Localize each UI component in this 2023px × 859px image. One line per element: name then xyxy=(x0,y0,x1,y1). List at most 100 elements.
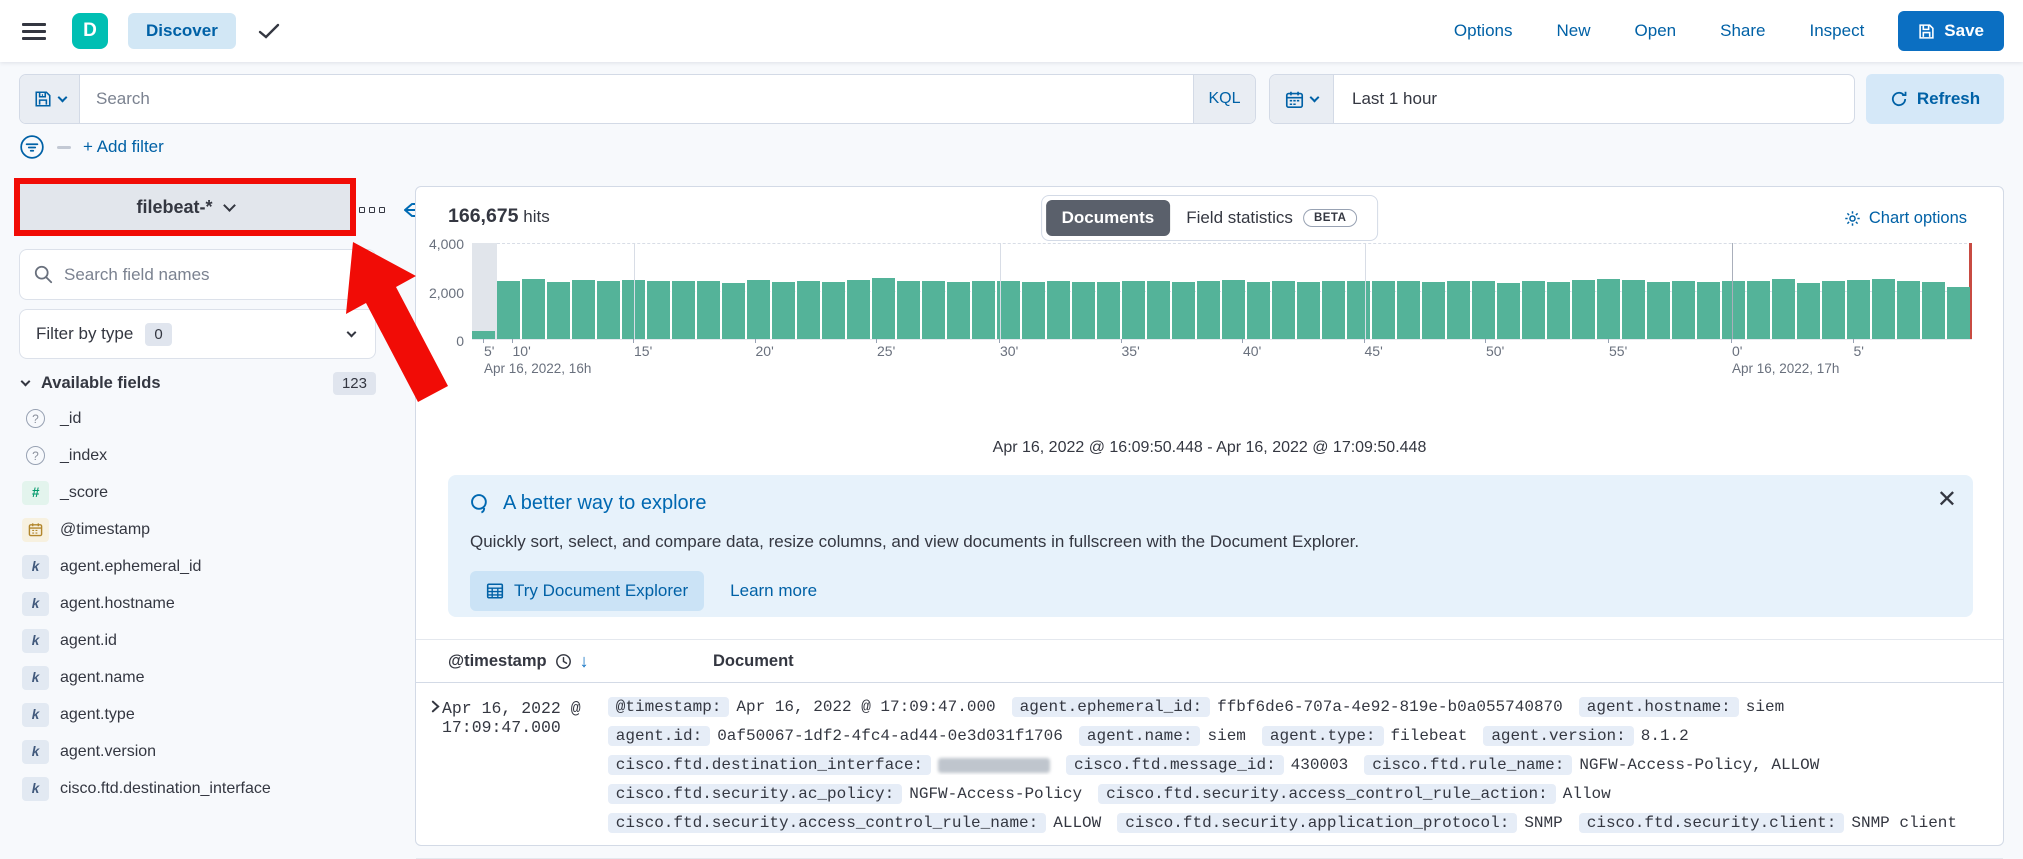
histogram-chart[interactable]: 4,000 2,000 0 5' 10' 15' 20' 25' 30' 35' 40' 45'… xyxy=(429,236,1972,376)
histogram-bar[interactable] xyxy=(922,280,945,339)
field-item-agent.hostname[interactable]: k agent.hostname xyxy=(22,585,376,622)
top-nav-item-open[interactable]: Open xyxy=(1635,21,1677,41)
top-nav-item-new[interactable]: New xyxy=(1557,21,1591,41)
close-icon[interactable]: ✕ xyxy=(1937,485,1957,514)
filter-by-type-dropdown[interactable]: Filter by type 0 xyxy=(19,309,376,359)
time-range-value[interactable]: Last 1 hour xyxy=(1334,75,1854,123)
expand-row-button[interactable] xyxy=(416,697,442,842)
histogram-bar[interactable] xyxy=(1447,281,1470,339)
saved-query-menu-button[interactable] xyxy=(20,75,80,123)
histogram-bar[interactable] xyxy=(572,280,595,339)
histogram-bar[interactable] xyxy=(472,331,495,339)
field-item-agent.version[interactable]: k agent.version xyxy=(22,733,376,770)
histogram-bar[interactable] xyxy=(1097,281,1120,339)
histogram-bar[interactable] xyxy=(1747,281,1770,339)
chart-options-button[interactable]: Chart options xyxy=(1844,209,1967,228)
histogram-bar[interactable] xyxy=(1947,287,1970,339)
histogram-bar[interactable] xyxy=(1772,279,1795,339)
field-item-_score[interactable]: # _score xyxy=(22,474,376,511)
field-item-agent.name[interactable]: k agent.name xyxy=(22,659,376,696)
histogram-bar[interactable] xyxy=(1272,281,1295,339)
histogram-bar[interactable] xyxy=(897,281,920,339)
filter-icon[interactable] xyxy=(19,134,45,160)
top-nav-item-options[interactable]: Options xyxy=(1454,21,1513,41)
histogram-bar[interactable] xyxy=(1647,281,1670,339)
histogram-bar[interactable] xyxy=(1822,281,1845,339)
field-item-agent.type[interactable]: k agent.type xyxy=(22,696,376,733)
histogram-bar[interactable] xyxy=(647,280,670,339)
histogram-bar[interactable] xyxy=(1672,280,1695,339)
histogram-bar[interactable] xyxy=(1297,282,1320,339)
index-pattern-switcher[interactable]: filebeat-* xyxy=(20,184,350,230)
histogram-bar[interactable] xyxy=(672,281,695,339)
column-header-document[interactable]: Document xyxy=(713,652,794,671)
histogram-bar[interactable] xyxy=(497,280,520,339)
histogram-bar[interactable] xyxy=(1347,281,1370,339)
histogram-bar[interactable] xyxy=(1897,280,1920,339)
histogram-bar[interactable] xyxy=(822,282,845,339)
histogram-bar[interactable] xyxy=(1572,279,1595,339)
tab-documents[interactable]: Documents xyxy=(1045,200,1171,236)
histogram-bar[interactable] xyxy=(1597,278,1620,339)
histogram-bar[interactable] xyxy=(1247,281,1270,339)
histogram-bar[interactable] xyxy=(1497,282,1520,339)
histogram-bar[interactable] xyxy=(1397,280,1420,339)
histogram-bar[interactable] xyxy=(772,282,795,339)
histogram-bar[interactable] xyxy=(1622,280,1645,339)
histogram-bar[interactable] xyxy=(1722,280,1745,339)
histogram-bar[interactable] xyxy=(1022,281,1045,339)
histogram-bar[interactable] xyxy=(797,281,820,339)
field-search-input[interactable] xyxy=(64,264,361,285)
histogram-bar[interactable] xyxy=(847,280,870,339)
refresh-button[interactable]: Refresh xyxy=(1866,74,2004,124)
histogram-bar[interactable] xyxy=(1222,280,1245,339)
histogram-bar[interactable] xyxy=(1422,281,1445,339)
histogram-bar[interactable] xyxy=(1372,281,1395,339)
histogram-bar[interactable] xyxy=(1697,281,1720,339)
tab-field-statistics[interactable]: Field statistics BETA xyxy=(1170,200,1373,236)
query-language-kql-button[interactable]: KQL xyxy=(1193,75,1255,123)
try-document-explorer-button[interactable]: Try Document Explorer xyxy=(470,571,705,611)
histogram-bar[interactable] xyxy=(1872,279,1895,339)
histogram-bar[interactable] xyxy=(722,283,745,339)
add-filter-button[interactable]: + Add filter xyxy=(83,137,164,157)
histogram-bar[interactable] xyxy=(697,281,720,339)
field-item-cisco.ftd.destination_interface[interactable]: k cisco.ftd.destination_interface xyxy=(22,770,376,807)
histogram-bar[interactable] xyxy=(1047,281,1070,339)
column-header-timestamp[interactable]: @timestamp ↓ xyxy=(448,651,713,672)
histogram-bar[interactable] xyxy=(1922,281,1945,339)
app-menu-icon[interactable] xyxy=(22,19,46,44)
top-nav-item-share[interactable]: Share xyxy=(1720,21,1765,41)
date-quick-select-button[interactable] xyxy=(1270,75,1334,123)
learn-more-link[interactable]: Learn more xyxy=(730,581,817,601)
histogram-bar[interactable] xyxy=(1547,281,1570,339)
sort-descending-icon[interactable]: ↓ xyxy=(580,651,589,672)
histogram-bar[interactable] xyxy=(522,279,545,339)
histogram-bar[interactable] xyxy=(1472,280,1495,339)
histogram-bar[interactable] xyxy=(747,279,770,339)
histogram-bar[interactable] xyxy=(1797,283,1820,339)
histogram-bar[interactable] xyxy=(1322,280,1345,339)
index-pattern-options-icon[interactable] xyxy=(359,207,385,213)
histogram-bar[interactable] xyxy=(1847,280,1870,339)
available-fields-header[interactable]: Available fields 123 xyxy=(20,372,376,395)
histogram-bar[interactable] xyxy=(1522,281,1545,339)
histogram-bar[interactable] xyxy=(972,281,995,339)
save-button[interactable]: Save xyxy=(1898,11,2004,51)
histogram-bar[interactable] xyxy=(1147,281,1170,339)
histogram-bar[interactable] xyxy=(872,278,895,339)
field-item-agent.id[interactable]: k agent.id xyxy=(22,622,376,659)
top-nav-item-inspect[interactable]: Inspect xyxy=(1809,21,1864,41)
field-item-@timestamp[interactable]: @timestamp xyxy=(22,511,376,548)
histogram-bar[interactable] xyxy=(1172,281,1195,339)
histogram-bar[interactable] xyxy=(597,281,620,339)
histogram-bar[interactable] xyxy=(1072,282,1095,339)
field-item-_id[interactable]: ? _id xyxy=(22,400,376,437)
histogram-bar[interactable] xyxy=(547,282,570,339)
histogram-bar[interactable] xyxy=(1197,281,1220,339)
field-item-_index[interactable]: ? _index xyxy=(22,437,376,474)
search-input[interactable] xyxy=(80,75,1193,123)
histogram-bar[interactable] xyxy=(1122,280,1145,339)
field-item-agent.ephemeral_id[interactable]: k agent.ephemeral_id xyxy=(22,548,376,585)
histogram-bar[interactable] xyxy=(947,281,970,339)
